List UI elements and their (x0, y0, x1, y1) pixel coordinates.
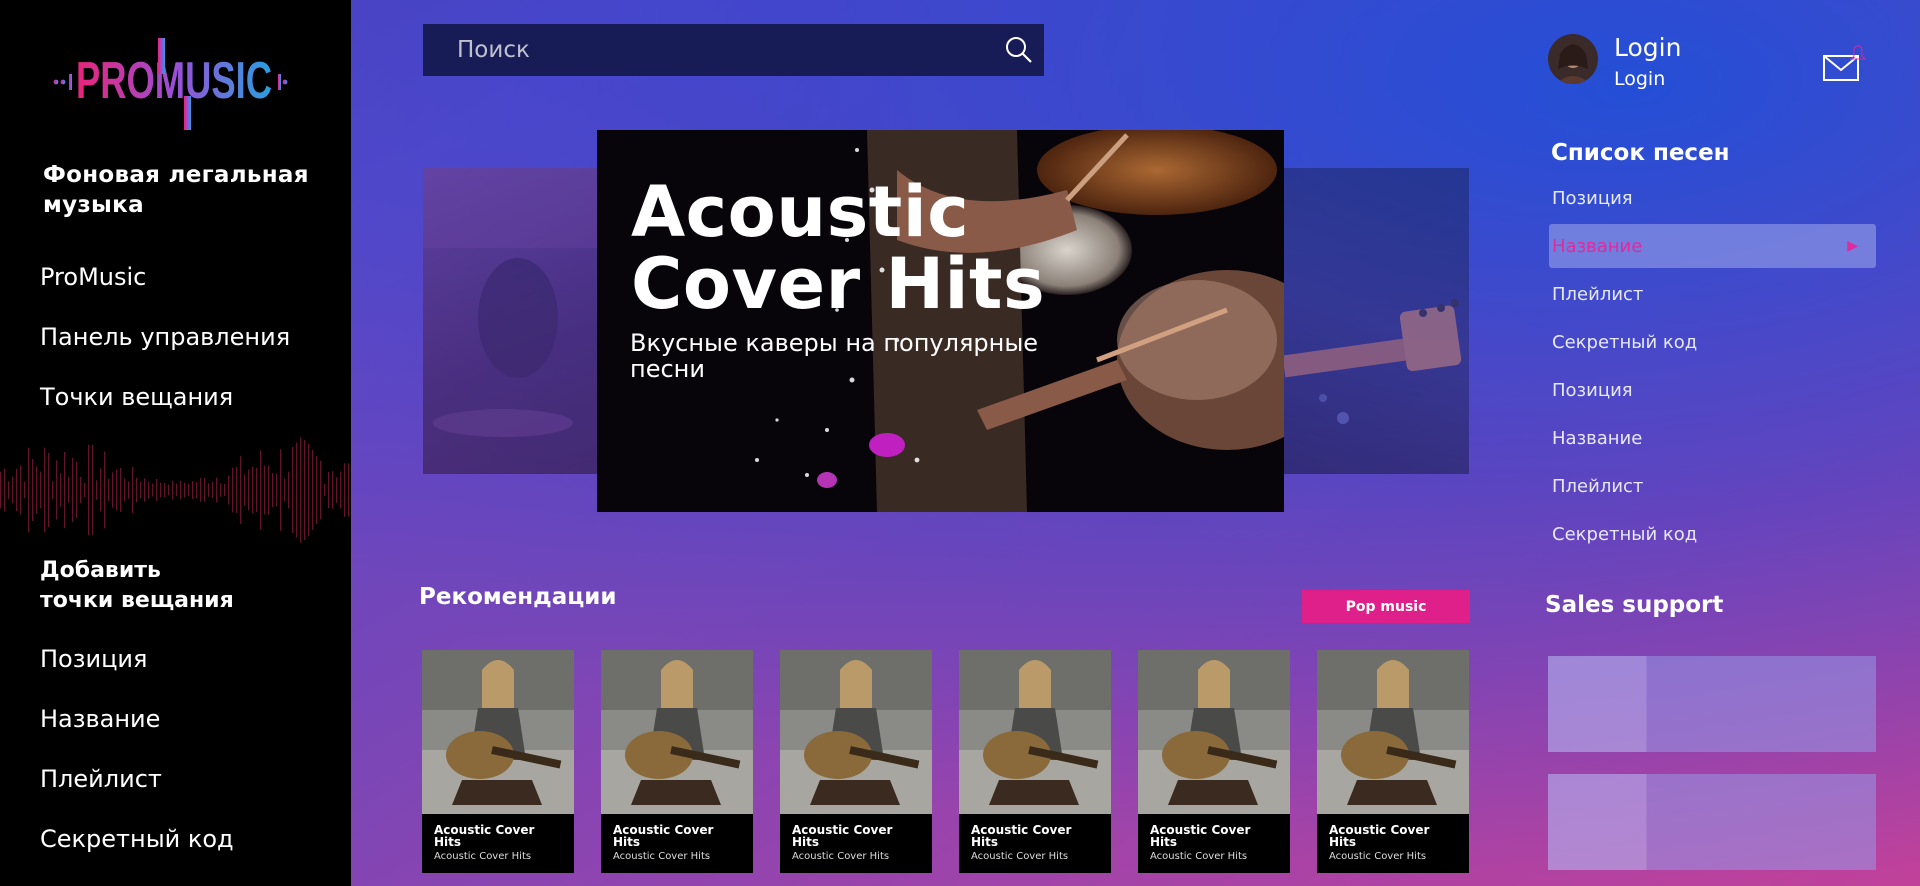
sidebar-item-position[interactable]: Позиция (40, 644, 234, 704)
recommendation-card[interactable]: Acoustic Cover Hits Acoustic Cover Hits (601, 650, 753, 873)
next-slide-image (1283, 299, 1462, 424)
sidebar-nav: ProMusic Панель управления Точки вещания (40, 262, 290, 442)
sidebar-item-promusic[interactable]: ProMusic (40, 262, 290, 322)
recommendation-card[interactable]: Acoustic Cover Hits Acoustic Cover Hits (1138, 650, 1290, 873)
songlist-item-label: Плейлист (1552, 475, 1644, 497)
banner-title: Acoustic Cover Hits (631, 176, 1045, 320)
user-login-link[interactable]: Login (1614, 67, 1681, 91)
search-icon (1006, 37, 1032, 63)
user-name: Login (1614, 33, 1682, 62)
recommendation-cards: Acoustic Cover Hits Acoustic Cover Hits … (422, 650, 1469, 873)
card-title: Acoustic Cover Hits (959, 814, 1111, 848)
avatar (1548, 34, 1598, 84)
songlist-item-label: Секретный код (1552, 331, 1698, 353)
sound-wave-decoration (0, 437, 350, 543)
sidebar-item-name[interactable]: Название (40, 704, 234, 764)
songlist-item[interactable]: Секретный код (1549, 320, 1876, 364)
songlist-item-active[interactable]: Название ▶ (1549, 224, 1876, 268)
sales-support-card[interactable] (1548, 774, 1876, 870)
mail-icon[interactable] (1822, 40, 1868, 86)
card-cover-image (422, 650, 574, 814)
carousel-prev-slide[interactable] (423, 168, 599, 474)
add-broadcast-title: Добавить точки вещания (40, 556, 330, 616)
sidebar-item-dashboard[interactable]: Панель управления (40, 322, 290, 382)
card-subtitle: Acoustic Cover Hits (1150, 851, 1248, 862)
sidebar-item-secret-code[interactable]: Секретный код (40, 824, 234, 884)
pop-music-filter-button[interactable]: Pop music (1302, 590, 1470, 623)
user-info: Login Login (1614, 34, 1681, 91)
card-cover-image (959, 650, 1111, 814)
recommendation-card[interactable]: Acoustic Cover Hits Acoustic Cover Hits (959, 650, 1111, 873)
card-title: Acoustic Cover Hits (422, 814, 574, 848)
recommendation-card[interactable]: Acoustic Cover Hits Acoustic Cover Hits (1317, 650, 1469, 873)
songlist-item[interactable]: Плейлист (1549, 272, 1876, 316)
promusic-logo[interactable]: PROMUSIC (52, 34, 292, 134)
recommendation-card[interactable]: Acoustic Cover Hits Acoustic Cover Hits (422, 650, 574, 873)
card-title: Acoustic Cover Hits (1138, 814, 1290, 848)
recommendations-title: Рекомендации (419, 584, 617, 610)
songlist-item-label: Позиция (1552, 379, 1633, 401)
search-button[interactable] (994, 24, 1044, 76)
songlist-item-label: Название (1552, 427, 1643, 449)
songlist-item[interactable]: Позиция (1549, 176, 1876, 220)
search-input[interactable] (423, 37, 994, 63)
featured-banner[interactable]: Acoustic Cover Hits Вкусные каверы на по… (597, 130, 1284, 512)
card-cover-image (601, 650, 753, 814)
card-title: Acoustic Cover Hits (601, 814, 753, 848)
songlist-item-label: Позиция (1552, 187, 1633, 209)
songlist-item[interactable]: Плейлист (1549, 464, 1876, 508)
card-subtitle: Acoustic Cover Hits (971, 851, 1069, 862)
search-bar (423, 24, 1044, 76)
card-title-line2: Hits (1329, 835, 1357, 849)
sidebar-tagline: Фоновая легальная музыка (43, 162, 309, 218)
banner-title-line1: Acoustic (631, 171, 970, 253)
card-title-line2: Hits (613, 835, 641, 849)
card-cover-image (1317, 650, 1469, 814)
sidebar-subnav: Позиция Название Плейлист Секретный код (40, 644, 234, 884)
add-broadcast-title-line2: точки вещания (40, 588, 234, 613)
card-subtitle: Acoustic Cover Hits (434, 851, 532, 862)
songlist-item-label: Название (1552, 235, 1643, 257)
prev-slide-image (423, 168, 599, 437)
recommendation-card[interactable]: Acoustic Cover Hits Acoustic Cover Hits (780, 650, 932, 873)
play-arrow-icon: ▶ (1847, 238, 1858, 254)
add-broadcast-title-line1: Добавить (40, 558, 161, 583)
card-subtitle: Acoustic Cover Hits (613, 851, 711, 862)
card-subtitle: Acoustic Cover Hits (792, 851, 890, 862)
card-title: Acoustic Cover Hits (1317, 814, 1469, 848)
sales-support-title: Sales support (1545, 592, 1724, 618)
card-subtitle: Acoustic Cover Hits (1329, 851, 1427, 862)
banner-subtitle: Вкусные каверы на популярные песни (630, 329, 1039, 383)
songlist-item[interactable]: Секретный код (1549, 512, 1876, 556)
songlist-item-label: Секретный код (1552, 523, 1698, 545)
card-title-line2: Hits (1150, 835, 1178, 849)
sales-support-card[interactable] (1548, 656, 1876, 752)
logo-text: PROMUSIC (76, 52, 272, 110)
card-title-line2: Hits (792, 835, 820, 849)
card-title-line2: Hits (434, 835, 462, 849)
sidebar: PROMUSIC Фоновая легальная музыка ProMus… (0, 0, 351, 886)
card-title: Acoustic Cover Hits (780, 814, 932, 848)
songlist-item-label: Плейлист (1552, 283, 1644, 305)
songlist-item[interactable]: Название (1549, 416, 1876, 460)
card-title-line2: Hits (971, 835, 999, 849)
card-cover-image (780, 650, 932, 814)
card-cover-image (1138, 650, 1290, 814)
songlist-item[interactable]: Позиция (1549, 368, 1876, 412)
sidebar-item-playlist[interactable]: Плейлист (40, 764, 234, 824)
banner-title-line2: Cover Hits (631, 243, 1046, 325)
user-profile[interactable]: Login Login (1548, 34, 1681, 91)
carousel-next-slide[interactable] (1283, 168, 1469, 474)
songlist-title: Список песен (1551, 140, 1730, 166)
songlist: Позиция Название ▶ Плейлист Секретный код… (1549, 176, 1876, 560)
